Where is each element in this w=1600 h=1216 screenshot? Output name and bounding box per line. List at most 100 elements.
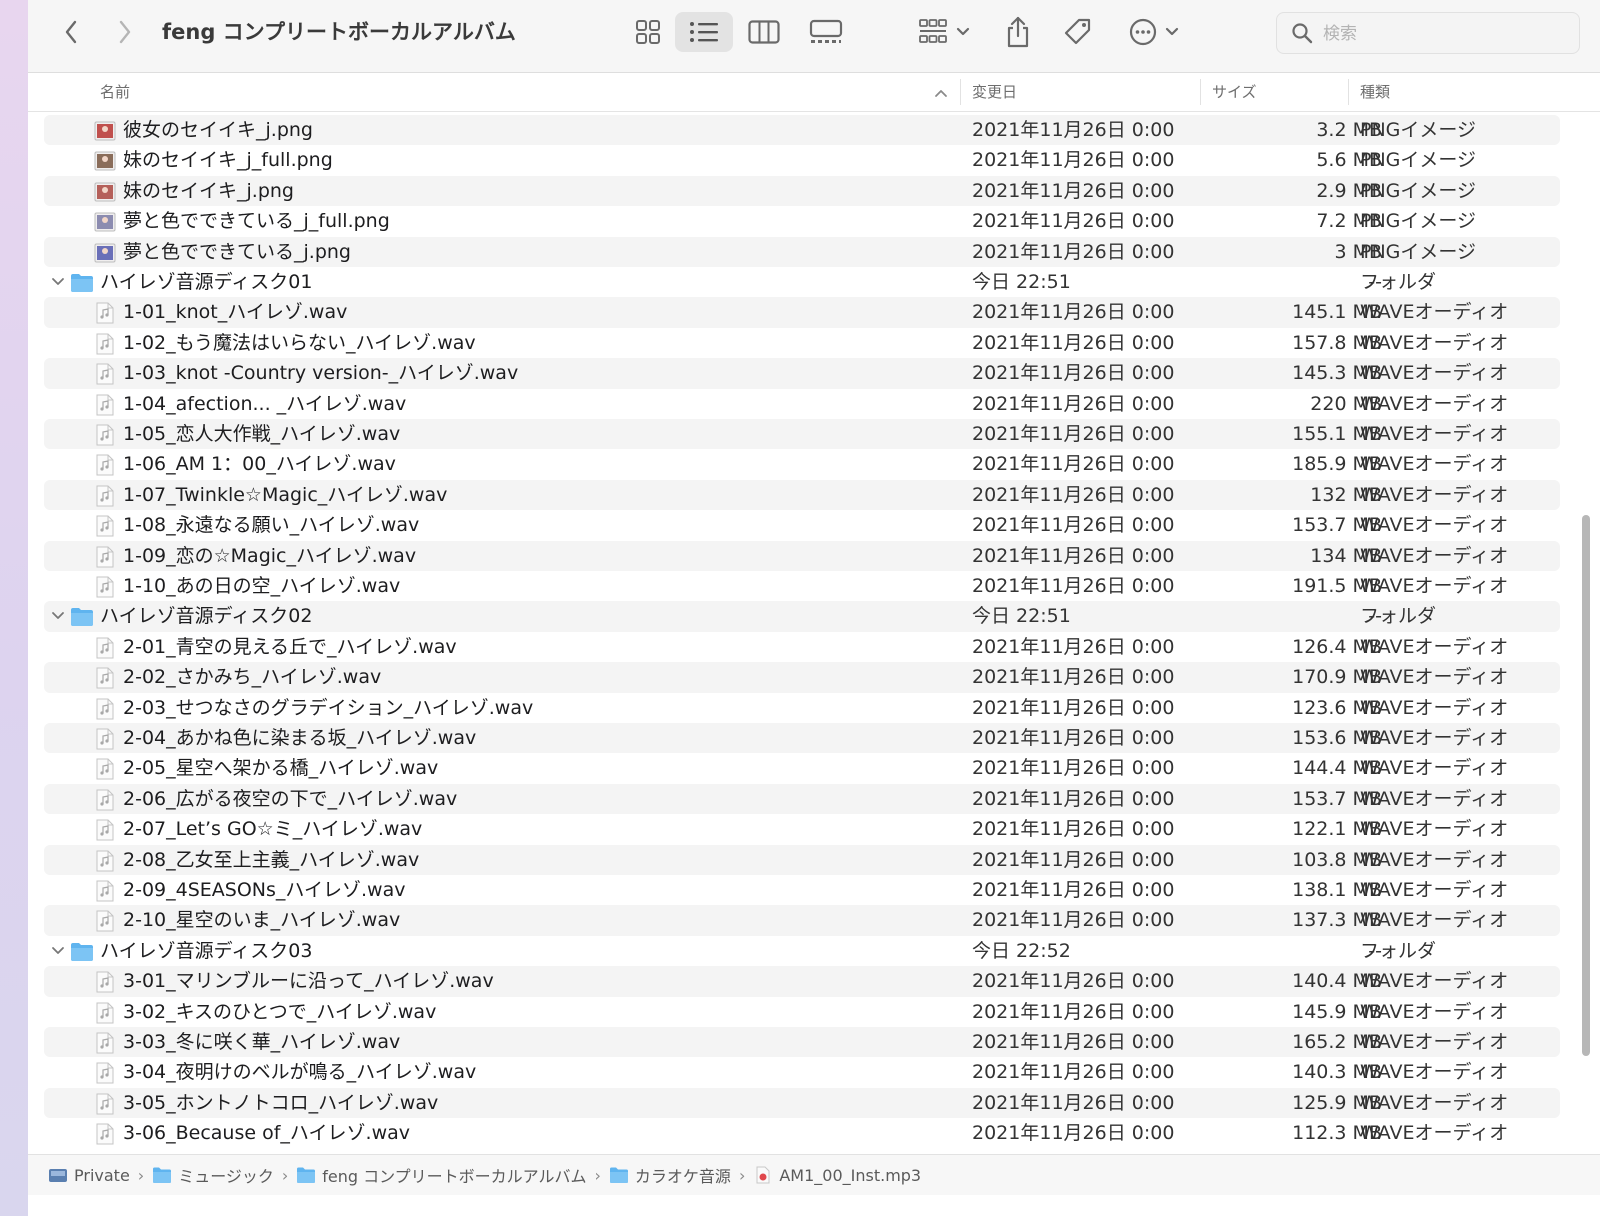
file-row[interactable]: 1-08_永遠なる願い_ハイレゾ.wav 2021年11月26日 0:00 153.… [44, 510, 1560, 540]
column-separator[interactable] [960, 79, 961, 105]
file-name: 3-02_キスのひとつで_ハイレゾ.wav [123, 1000, 437, 1023]
search-input[interactable] [1321, 21, 1565, 47]
disclosure-chevron-down-icon[interactable] [50, 608, 66, 624]
file-row[interactable]: 1-07_Twinkle☆Magic_ハイレゾ.wav 2021年11月26日 0… [44, 479, 1560, 511]
file-row[interactable]: 夢と色でできている_j_full.png 2021年11月26日 0:00 7.2 … [44, 206, 1560, 236]
file-name: 3-04_夜明けのベルが鳴る_ハイレゾ.wav [123, 1061, 477, 1084]
breadcrumb-item[interactable]: ミュージック [152, 1163, 274, 1187]
audio-file-icon [753, 1166, 773, 1184]
column-separator[interactable] [1348, 79, 1349, 105]
gallery-view-button[interactable] [798, 12, 854, 52]
file-row[interactable]: 1-04_afection... _ハイレゾ.wav 2021年11月26日 0:… [44, 389, 1560, 419]
file-kind: WAVEオーディオ [1360, 970, 1509, 993]
share-button[interactable] [998, 10, 1038, 54]
audio-file-icon [96, 302, 114, 324]
file-row[interactable]: 妹のセイイキ_j.png 2021年11月26日 0:00 2.9 MB PNGイメー… [44, 175, 1560, 207]
forward-button[interactable] [110, 16, 140, 48]
audio-file-icon [96, 819, 114, 841]
file-kind: WAVEオーディオ [1360, 514, 1509, 537]
modified-date: 2021年11月26日 0:00 [972, 635, 1175, 658]
folder-row[interactable]: ハイレゾ音源ディスク03 今日 22:52 -- フォルダ [44, 936, 1560, 966]
group-by-button[interactable] [912, 12, 976, 52]
breadcrumb-item[interactable]: Private [48, 1166, 130, 1185]
breadcrumb-item[interactable]: AM1_00_Inst.mp3 [753, 1166, 921, 1185]
file-name: 2-06_広がる夜空の下で_ハイレゾ.wav [123, 787, 458, 810]
file-row[interactable]: 妹のセイイキ_j_full.png 2021年11月26日 0:00 5.6 MB P… [44, 145, 1560, 175]
back-button[interactable] [56, 16, 86, 48]
audio-file-icon [96, 971, 114, 993]
file-name: 1-09_恋の☆Magic_ハイレゾ.wav [123, 544, 417, 567]
file-row[interactable]: 1-01_knot_ハイレゾ.wav 2021年11月26日 0:00 145.1 … [44, 297, 1560, 328]
file-row[interactable]: 2-01_青空の見える丘で_ハイレゾ.wav 2021年11月26日 0:00 12… [44, 632, 1560, 662]
column-name[interactable]: 名前 [100, 82, 130, 102]
list-view-button[interactable] [675, 12, 733, 52]
modified-date: 2021年11月26日 0:00 [972, 909, 1175, 932]
file-row[interactable]: 1-09_恋の☆Magic_ハイレゾ.wav 2021年11月26日 0:00 13… [44, 540, 1560, 571]
search-icon [1292, 23, 1313, 44]
file-row[interactable]: 2-05_星空へ架かる橋_ハイレゾ.wav 2021年11月26日 0:00 144… [44, 753, 1560, 783]
file-row[interactable]: 2-03_せつなさのグラデイション_ハイレゾ.wav 2021年11月26日 0:… [44, 693, 1560, 723]
folder-row[interactable]: ハイレゾ音源ディスク02 今日 22:51 -- フォルダ [44, 601, 1560, 632]
folder-row[interactable]: ハイレゾ音源ディスク01 今日 22:51 -- フォルダ [44, 267, 1560, 297]
file-row[interactable]: 3-04_夜明けのベルが鳴る_ハイレゾ.wav 2021年11月26日 0:00 1… [44, 1057, 1560, 1087]
modified-date: 2021年11月26日 0:00 [972, 210, 1175, 233]
file-row[interactable]: 彼女のセイイキ_j.png 2021年11月26日 0:00 3.2 MB PNGイメ… [44, 115, 1560, 146]
file-row[interactable]: 1-03_knot -Country version-_ハイレゾ.wav 2021… [44, 358, 1560, 389]
audio-file-icon [96, 758, 114, 780]
file-row[interactable]: 2-09_4SEASONs_ハイレゾ.wav 2021年11月26日 0:00 13… [44, 875, 1560, 905]
file-row[interactable]: 2-10_星空のいま_ハイレゾ.wav 2021年11月26日 0:00 137.3… [44, 905, 1560, 936]
file-row[interactable]: 2-06_広がる夜空の下で_ハイレゾ.wav 2021年11月26日 0:00 15… [44, 783, 1560, 815]
icon-view-button[interactable] [622, 12, 674, 52]
disclosure-chevron-down-icon[interactable] [50, 943, 66, 959]
file-row[interactable]: 3-02_キスのひとつで_ハイレゾ.wav 2021年11月26日 0:00 145… [44, 997, 1560, 1027]
file-kind: フォルダ [1360, 271, 1437, 293]
file-name: 夢と色でできている_j_full.png [123, 210, 390, 233]
action-menu-button[interactable] [1124, 12, 1184, 52]
modified-date: 2021年11月26日 0:00 [972, 1061, 1175, 1084]
file-name: 2-04_あかね色に染まる坂_ハイレゾ.wav [123, 727, 477, 749]
search-field[interactable] [1276, 12, 1580, 54]
file-row[interactable]: 2-04_あかね色に染まる坂_ハイレゾ.wav 2021年11月26日 0:00 1… [44, 723, 1560, 754]
tag-icon [1064, 18, 1091, 45]
breadcrumb-item[interactable]: feng コンプリートボーカルアルバム [296, 1163, 587, 1187]
modified-date: 今日 22:51 [972, 271, 1071, 293]
modified-date: 2021年11月26日 0:00 [972, 149, 1175, 172]
file-kind: WAVEオーディオ [1360, 635, 1509, 658]
file-row[interactable]: 夢と色でできている_j.png 2021年11月26日 0:00 3 MB PNGイメ… [44, 236, 1560, 267]
file-name: 2-05_星空へ架かる橋_ハイレゾ.wav [123, 757, 439, 780]
modified-date: 2021年11月26日 0:00 [972, 818, 1175, 841]
tag-button[interactable] [1058, 12, 1098, 52]
file-name: 1-10_あの日の空_ハイレゾ.wav [123, 575, 401, 597]
file-row[interactable]: 2-02_さかみち_ハイレゾ.wav 2021年11月26日 0:00 170.9 … [44, 662, 1560, 693]
scroll-thumb[interactable] [1582, 515, 1590, 1057]
column-date[interactable]: 変更日 [972, 82, 1017, 102]
file-row[interactable]: 2-07_Let’s GO☆ミ_ハイレゾ.wav 2021年11月26日 0:00… [44, 814, 1560, 844]
breadcrumb-item[interactable]: カラオケ音源 [609, 1163, 731, 1187]
sort-ascending-icon[interactable] [934, 88, 948, 98]
modified-date: 今日 22:52 [972, 939, 1071, 962]
file-row[interactable]: 3-06_Because of_ハイレゾ.wav 2021年11月26日 0:00… [44, 1118, 1560, 1148]
file-row[interactable]: 3-03_冬に咲く華_ハイレゾ.wav 2021年11月26日 0:00 165.2… [44, 1027, 1560, 1058]
file-row[interactable]: 3-05_ホントノトコロ_ハイレゾ.wav 2021年11月26日 0:00 125… [44, 1087, 1560, 1119]
file-row[interactable]: 1-02_もう魔法はいらない_ハイレゾ.wav 2021年11月26日 0:00 1… [44, 328, 1560, 358]
file-name: 1-05_恋人大作戦_ハイレゾ.wav [123, 423, 401, 445]
file-name: 2-01_青空の見える丘で_ハイレゾ.wav [123, 635, 457, 658]
file-row[interactable]: 1-10_あの日の空_ハイレゾ.wav 2021年11月26日 0:00 191.5… [44, 571, 1560, 601]
column-view-button[interactable] [738, 12, 790, 52]
file-row[interactable]: 3-01_マリンブルーに沿って_ハイレゾ.wav 2021年11月26日 0:00… [44, 966, 1560, 997]
modified-date: 2021年11月26日 0:00 [972, 240, 1175, 263]
grid-icon [636, 20, 660, 44]
column-separator[interactable] [1200, 79, 1201, 105]
audio-file-icon [96, 1002, 114, 1024]
modified-date: 2021年11月26日 0:00 [972, 544, 1175, 567]
file-name: 1-07_Twinkle☆Magic_ハイレゾ.wav [123, 483, 448, 506]
vertical-scrollbar[interactable] [1580, 115, 1594, 1155]
file-row[interactable]: 1-06_AM 1：00_ハイレゾ.wav 2021年11月26日 0:00 185… [44, 449, 1560, 479]
audio-file-icon [96, 454, 114, 476]
file-row[interactable]: 2-08_乙女至上主義_ハイレゾ.wav 2021年11月26日 0:00 103.… [44, 844, 1560, 875]
disclosure-chevron-down-icon[interactable] [50, 274, 66, 290]
column-size[interactable]: サイズ [1212, 82, 1257, 102]
modified-date: 2021年11月26日 0:00 [972, 970, 1175, 993]
column-kind[interactable]: 種類 [1360, 82, 1390, 102]
file-row[interactable]: 1-05_恋人大作戦_ハイレゾ.wav 2021年11月26日 0:00 155.1… [44, 419, 1560, 450]
